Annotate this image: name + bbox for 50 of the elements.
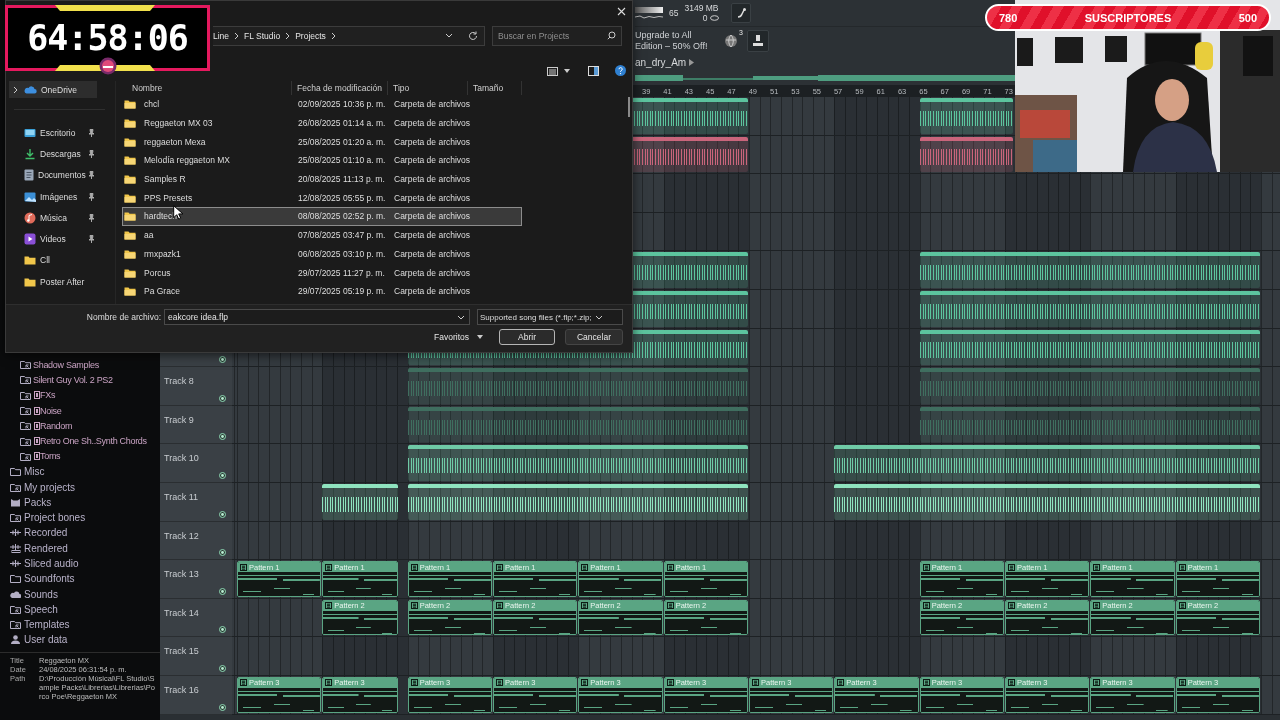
file-date: 06/08/2025 03:10 p. m. <box>297 248 387 259</box>
file-type: Carpeta de archivos <box>393 211 469 222</box>
polyphony-reading: 0 <box>702 12 708 23</box>
track-name: Track 14 <box>164 607 199 618</box>
file-date: 25/08/2025 01:20 a. m. <box>297 136 387 147</box>
file-type: Carpeta de archivos <box>393 192 469 203</box>
file-type: Carpeta de archivos <box>393 248 469 259</box>
file-date: 29/07/2025 11:27 p. m. <box>297 267 386 278</box>
track-name: Track 11 <box>164 491 198 502</box>
track-name: Track 9 <box>164 414 194 425</box>
file-type: Carpeta de archivos <box>393 230 469 241</box>
track-name: Track 12 <box>164 530 199 541</box>
cpu-reading: 65 <box>669 7 679 18</box>
file-name: rmxpazk1 <box>123 248 181 259</box>
file-name: Pa Grace <box>123 286 180 297</box>
track-name: Track 8 <box>164 376 194 387</box>
file-date: 07/08/2025 03:47 p. m. <box>297 230 387 241</box>
track-name: Track 13 <box>164 569 199 580</box>
file-name: Melodía reggaeton MX <box>123 155 230 166</box>
file-name: Reggaeton MX 03 <box>123 118 213 129</box>
file-type: Carpeta de archivos <box>393 267 469 278</box>
memory-reading: 3149 MB <box>684 2 719 13</box>
file-name: aa <box>123 230 154 241</box>
track-name: Track 10 <box>164 453 199 464</box>
file-type: Carpeta de archivos <box>393 286 469 297</box>
file-date: 12/08/2025 05:55 p. m. <box>297 192 387 203</box>
file-date: 02/09/2025 10:36 p. m. <box>297 99 387 110</box>
goal-count: 780 <box>999 11 1018 24</box>
file-name: reggaeton Mexa <box>123 136 206 147</box>
file-type: Carpeta de archivos <box>393 155 469 166</box>
file-name: Porcus <box>123 267 171 278</box>
track-name: Track 16 <box>164 684 199 695</box>
file-date: 29/07/2025 05:19 p. m. <box>297 286 387 297</box>
file-name: hardtech <box>123 211 178 222</box>
goal-label: SUSCRIPTORES <box>1084 11 1172 24</box>
timer-text: 64:58:06 <box>27 18 188 58</box>
file-date: 08/08/2025 02:52 p. m. <box>297 211 387 222</box>
file-type: Carpeta de archivos <box>393 99 469 110</box>
field-label: Nombre de archivo: <box>86 312 161 322</box>
goal-count: 500 <box>1238 11 1257 24</box>
file-type: Carpeta de archivos <box>393 174 469 185</box>
file-date: 25/08/2025 01:10 a. m. <box>297 155 387 166</box>
file-date: 20/08/2025 11:13 p. m. <box>297 174 386 185</box>
file-name: PPS Presets <box>123 192 193 203</box>
file-type: Carpeta de archivos <box>393 136 469 147</box>
file-date: 26/08/2025 01:14 a. m. <box>297 118 387 129</box>
file-type: Carpeta de archivos <box>393 118 469 129</box>
file-name: Samples R <box>123 174 186 185</box>
track-name: Track 15 <box>164 646 199 657</box>
file-name: chcl <box>123 99 160 110</box>
